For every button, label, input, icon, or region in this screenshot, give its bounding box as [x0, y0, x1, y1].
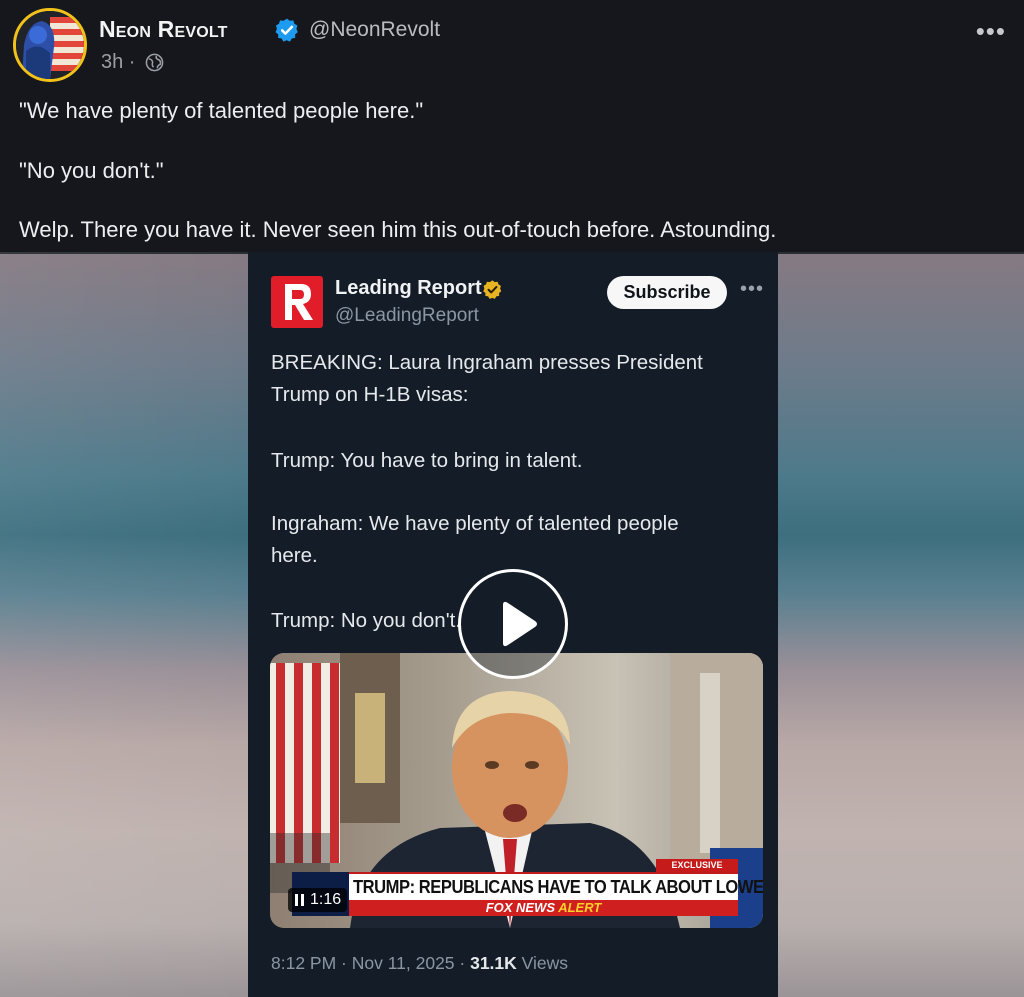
avatar-image [16, 11, 84, 79]
more-icon[interactable]: ••• [976, 16, 1006, 47]
play-button[interactable] [458, 569, 568, 679]
embedded-text-line: BREAKING: Laura Ingraham presses Preside… [271, 351, 703, 374]
post-text-line: "No you don't." [19, 158, 164, 183]
video-thumbnail[interactable]: EXCLUSIVE TRUMP: REPUBLICANS HAVE TO TAL… [270, 653, 763, 928]
media-blur-background [0, 252, 250, 997]
author-name[interactable]: Neon Revolt [99, 16, 228, 43]
globe-icon [145, 53, 164, 72]
gold-badge-icon [483, 280, 502, 299]
post-media[interactable]: Leading Report @LeadingReport Subscribe … [0, 252, 1024, 997]
views-count: 31.1K [470, 953, 517, 973]
video-chyron: TRUMP: REPUBLICANS HAVE TO TALK ABOUT LO… [349, 872, 763, 900]
embedded-author-handle[interactable]: @LeadingReport [335, 305, 479, 327]
author-avatar[interactable] [13, 8, 87, 82]
pause-icon[interactable] [295, 894, 305, 906]
subscribe-button[interactable]: Subscribe [607, 276, 727, 309]
post-text-line: Welp. There you have it. Never seen him … [19, 217, 777, 242]
leading-report-logo-mark [285, 284, 313, 320]
embedded-text-line: Ingraham: We have plenty of talented peo… [271, 512, 679, 535]
embedded-text-line: Trump: You have to bring in talent. [271, 449, 583, 472]
post: Neon Revolt @NeonRevolt 3h · ••• "We hav… [0, 0, 1024, 252]
play-icon [503, 601, 537, 647]
alert-prefix: FOX NEWS [485, 900, 556, 915]
leading-report-logo [271, 276, 323, 328]
embedded-date-time[interactable]: 8:12 PM · Nov 11, 2025 · [271, 953, 465, 973]
embedded-text-line: Trump: No you don't. [271, 609, 462, 632]
exclusive-tag: EXCLUSIVE [656, 859, 738, 872]
embedded-author-name[interactable]: Leading Report [335, 277, 482, 300]
chyron-alert: FOX NEWS ALERT [349, 900, 738, 916]
embedded-meta: 8:12 PM · Nov 11, 2025 · 31.1K Views [271, 953, 568, 974]
author-handle[interactable]: @NeonRevolt [309, 18, 440, 42]
post-text-line: "We have plenty of talented people here.… [19, 98, 424, 123]
chyron-text: TRUMP: REPUBLICANS HAVE TO TALK ABOUT LO… [353, 877, 763, 897]
verified-badge-icon [275, 18, 298, 42]
views-label: Views [521, 953, 569, 973]
embedded-text-line: Trump on H-1B visas: [271, 383, 469, 406]
alert-suffix: ALERT [558, 900, 602, 915]
post-time[interactable]: 3h · [101, 51, 135, 74]
embedded-more-icon[interactable]: ••• [740, 278, 764, 301]
embedded-text-line: here. [271, 544, 318, 567]
